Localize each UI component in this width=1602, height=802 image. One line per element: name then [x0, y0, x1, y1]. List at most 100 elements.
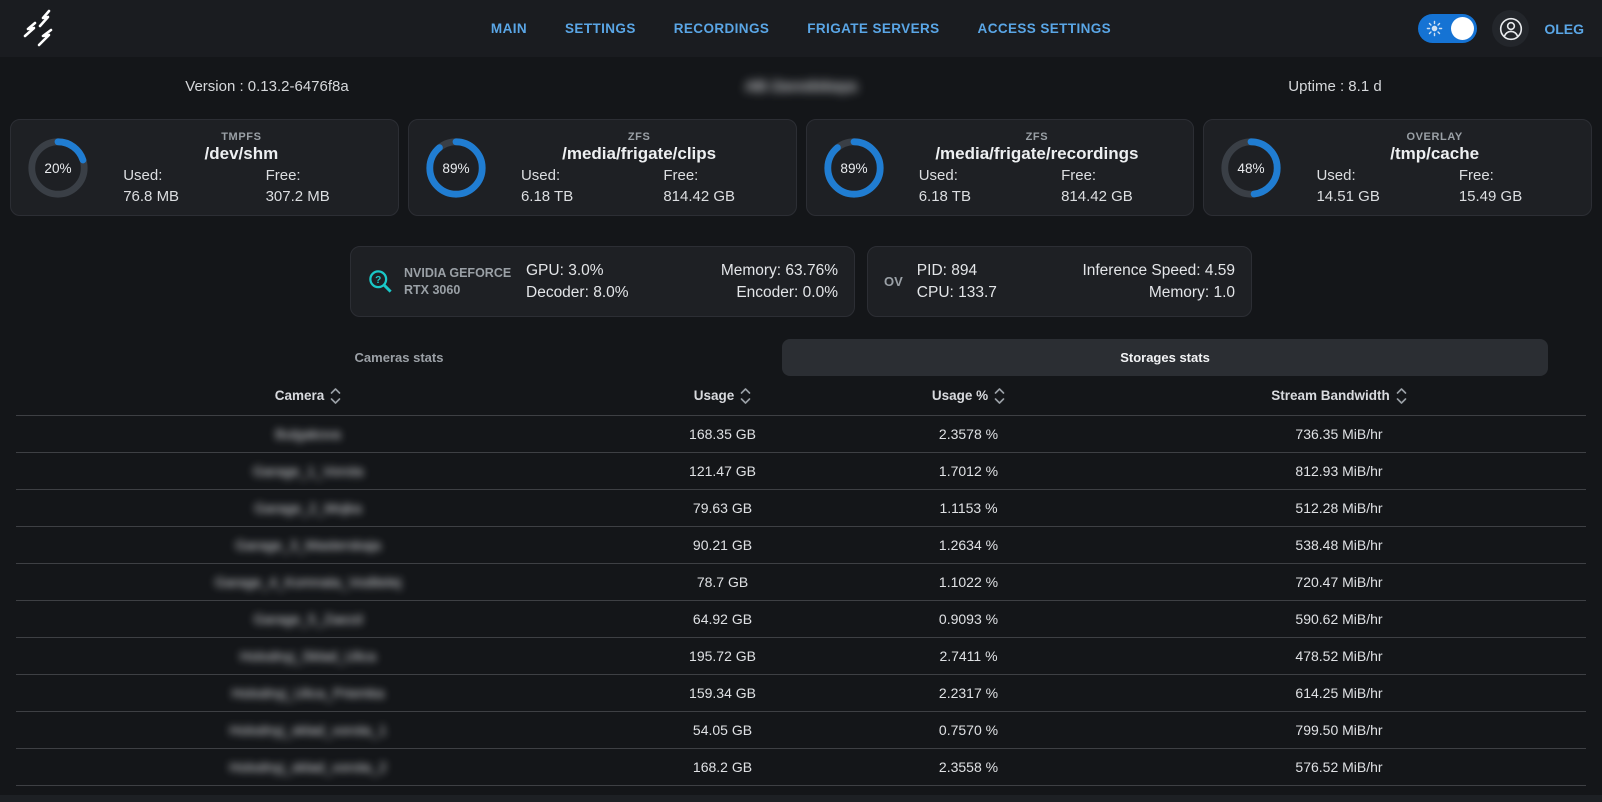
person-circle-icon — [1498, 16, 1524, 42]
gpu-encoder: Encoder: 0.0% — [721, 284, 838, 302]
cell-bandwidth: 799.50 MiB/hr — [1092, 722, 1586, 738]
storage-card-tmpfs: 20% TMPFS /dev/shm Used: Free: 76.8 MB 3… — [10, 119, 399, 216]
cell-usage: 90.21 GB — [600, 537, 845, 553]
free-label: Free: — [1037, 167, 1179, 184]
cell-usage-percent: 1.1153 % — [845, 500, 1092, 516]
table-body: Bulgakova 168.35 GB 2.3578 % 736.35 MiB/… — [16, 416, 1586, 786]
cell-camera-name: Garage_3_Masterskaja — [16, 537, 600, 553]
detector-inference-speed: Inference Speed: 4.59 — [1082, 262, 1235, 280]
cell-usage-percent: 2.2317 % — [845, 685, 1092, 701]
cell-usage-percent: 2.7411 % — [845, 648, 1092, 664]
username-label[interactable]: OLEG — [1544, 21, 1584, 37]
table-row: Bulgakova 168.35 GB 2.3578 % 736.35 MiB/… — [16, 416, 1586, 453]
storage-type-label: ZFS — [497, 131, 782, 143]
free-value: 814.42 GB — [639, 188, 781, 205]
user-avatar[interactable] — [1492, 10, 1529, 47]
theme-toggle[interactable] — [1418, 14, 1477, 43]
storage-card-clips: 89% ZFS /media/frigate/clips Used: Free:… — [408, 119, 797, 216]
svg-text:89%: 89% — [840, 160, 867, 175]
table-row: Holodnyj_sklad_vorota_1 54.05 GB 0.7570 … — [16, 712, 1586, 749]
nav-item-settings[interactable]: SETTINGS — [565, 21, 636, 36]
cell-bandwidth: 736.35 MiB/hr — [1092, 426, 1586, 442]
tab-storages-stats[interactable]: Storages stats — [782, 339, 1548, 376]
column-header-usage[interactable]: Usage — [600, 388, 845, 404]
free-label: Free: — [241, 167, 383, 184]
cell-bandwidth: 512.28 MiB/hr — [1092, 500, 1586, 516]
cell-camera-name: Holodnyj_sklad_vorota_2 — [16, 759, 600, 775]
top-navbar: MAIN SETTINGS RECORDINGS FRIGATE SERVERS… — [0, 0, 1602, 57]
cell-usage-percent: 1.1022 % — [845, 574, 1092, 590]
storage-type-label: ZFS — [895, 131, 1180, 143]
svg-text:?: ? — [375, 275, 381, 286]
nav-item-main[interactable]: MAIN — [491, 21, 527, 36]
used-label: Used: — [1292, 167, 1434, 184]
stats-tabs: Cameras stats Storages stats — [16, 339, 1548, 376]
cell-camera-name: Holodnyj_Ulica_Priemka — [16, 685, 600, 701]
donut-chart: 48% — [1218, 135, 1284, 201]
detector-stats-card: OV PID: 894 CPU: 133.7 Inference Speed: … — [867, 246, 1252, 317]
used-value: 14.51 GB — [1292, 188, 1434, 205]
cell-usage: 168.35 GB — [600, 426, 845, 442]
table-row: Garage_3_Masterskaja 90.21 GB 1.2634 % 5… — [16, 527, 1586, 564]
free-value: 15.49 GB — [1435, 188, 1577, 205]
tab-cameras-stats[interactable]: Cameras stats — [16, 339, 782, 376]
detector-cpu: CPU: 133.7 — [917, 284, 997, 302]
free-value: 307.2 MB — [241, 188, 383, 205]
cell-bandwidth: 812.93 MiB/hr — [1092, 463, 1586, 479]
storage-path-label: /media/frigate/clips — [497, 144, 782, 164]
cell-bandwidth: 590.62 MiB/hr — [1092, 611, 1586, 627]
storage-path-label: /media/frigate/recordings — [895, 144, 1180, 164]
storage-card-recordings: 89% ZFS /media/frigate/recordings Used: … — [806, 119, 1195, 216]
storage-cards-row: 20% TMPFS /dev/shm Used: Free: 76.8 MB 3… — [0, 119, 1602, 216]
table-row: Holodnyj_Sklad_Ulica 195.72 GB 2.7411 % … — [16, 638, 1586, 675]
process-cards-row: ? NVIDIA GEFORCE RTX 3060 GPU: 3.0% Deco… — [0, 246, 1602, 317]
toggle-knob — [1451, 17, 1474, 40]
svg-text:48%: 48% — [1238, 160, 1265, 175]
camera-stats-table: Camera Usage Usage % Stream Bandwidth Bu… — [16, 376, 1586, 786]
sun-icon — [1426, 20, 1443, 37]
cell-camera-name: Holodnyj_sklad_vorota_1 — [16, 722, 600, 738]
used-label: Used: — [497, 167, 639, 184]
cell-usage: 195.72 GB — [600, 648, 845, 664]
cell-usage: 168.2 GB — [600, 759, 845, 775]
bottom-edge-strip — [0, 795, 1602, 802]
cell-bandwidth: 614.25 MiB/hr — [1092, 685, 1586, 701]
storage-path-label: /tmp/cache — [1292, 144, 1577, 164]
detector-memory: Memory: 1.0 — [1082, 284, 1235, 302]
sort-arrows-icon — [740, 388, 751, 404]
gpu-decoder: Decoder: 8.0% — [526, 284, 629, 302]
used-label: Used: — [99, 167, 241, 184]
table-row: Garage_5_Zaezd 64.92 GB 0.9093 % 590.62 … — [16, 601, 1586, 638]
table-row: Garage_2_Mojka 79.63 GB 1.1153 % 512.28 … — [16, 490, 1586, 527]
cell-bandwidth: 478.52 MiB/hr — [1092, 648, 1586, 664]
nav-item-access-settings[interactable]: ACCESS SETTINGS — [978, 21, 1112, 36]
cell-camera-name: Garage_2_Mojka — [16, 500, 600, 516]
free-label: Free: — [1435, 167, 1577, 184]
nav-item-frigate-servers[interactable]: FRIGATE SERVERS — [807, 21, 939, 36]
cell-usage-percent: 2.3578 % — [845, 426, 1092, 442]
svg-text:89%: 89% — [442, 160, 469, 175]
table-row: Garage_1_Vorota 121.47 GB 1.7012 % 812.9… — [16, 453, 1586, 490]
free-label: Free: — [639, 167, 781, 184]
column-header-usage-percent[interactable]: Usage % — [845, 388, 1092, 404]
cell-usage-percent: 0.9093 % — [845, 611, 1092, 627]
cell-camera-name: Holodnyj_Sklad_Ulica — [16, 648, 600, 664]
used-value: 6.18 TB — [895, 188, 1037, 205]
magnifier-question-icon: ? — [367, 268, 394, 295]
column-header-stream-bandwidth[interactable]: Stream Bandwidth — [1092, 388, 1586, 404]
cell-usage-percent: 2.3558 % — [845, 759, 1092, 775]
frigate-logo-icon[interactable] — [18, 7, 64, 51]
nav-item-recordings[interactable]: RECORDINGS — [674, 21, 770, 36]
sort-arrows-icon — [994, 388, 1005, 404]
cell-usage-percent: 0.7570 % — [845, 722, 1092, 738]
table-row: Holodnyj_sklad_vorota_2 168.2 GB 2.3558 … — [16, 749, 1586, 786]
column-header-camera[interactable]: Camera — [16, 388, 600, 404]
used-value: 6.18 TB — [497, 188, 639, 205]
svg-text:20%: 20% — [44, 160, 71, 175]
cell-bandwidth: 720.47 MiB/hr — [1092, 574, 1586, 590]
cell-camera-name: Garage_1_Vorota — [16, 463, 600, 479]
storage-path-label: /dev/shm — [99, 144, 384, 164]
donut-chart: 89% — [821, 135, 887, 201]
cell-bandwidth: 538.48 MiB/hr — [1092, 537, 1586, 553]
used-label: Used: — [895, 167, 1037, 184]
